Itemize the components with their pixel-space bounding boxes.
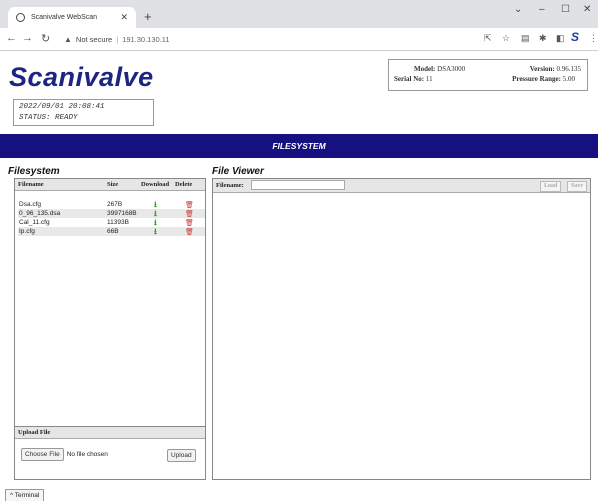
- viewer-toolbar: Filename: Load Save: [213, 179, 590, 193]
- delete-icon[interactable]: 🗑: [185, 210, 194, 218]
- scanivalve-logo: Scanivalve: [9, 62, 154, 92]
- file-row: Ip.cfg 66B ⭳ 🗑: [18, 227, 205, 236]
- model-value: DSA3000: [437, 65, 466, 73]
- file-row: Cal_11.cfg 11393B ⭳ 🗑: [18, 218, 205, 227]
- col-size: Size: [107, 181, 119, 188]
- version-value: 0.96.135: [556, 65, 582, 73]
- status-text: STATUS: READY: [19, 114, 78, 122]
- file-viewer-title: File Viewer: [212, 166, 264, 177]
- load-button[interactable]: Load: [540, 181, 562, 192]
- new-tab-button[interactable]: +: [144, 9, 152, 24]
- back-icon[interactable]: ←: [6, 32, 17, 44]
- extensions-icon[interactable]: ✱: [539, 33, 547, 44]
- file-viewer-panel: Filename: Load Save: [212, 178, 591, 480]
- close-window-button[interactable]: ✕: [583, 4, 591, 15]
- range-info: Pressure Range: 5.00: [512, 75, 575, 83]
- url-text: 191.30.130.11: [122, 34, 170, 44]
- col-filename: Filename: [18, 181, 44, 188]
- status-box: 2022/09/01 20:08:41 STATUS: READY: [13, 99, 154, 126]
- viewer-content-area[interactable]: [213, 193, 590, 479]
- file-row: 0_96_135.dsa 3997168B ⭳ 🗑: [18, 209, 205, 218]
- filesystem-header: Filename Size Download Delete: [15, 179, 205, 191]
- tab-title: Scanivalve WebScan: [31, 14, 98, 21]
- serial-value: 11: [425, 75, 433, 83]
- file-size: 3997168B: [107, 210, 137, 217]
- choose-file-button[interactable]: Choose File: [21, 448, 64, 461]
- range-value: 5.00: [562, 75, 575, 83]
- upload-section: Upload File Choose File No file chosen U…: [15, 426, 205, 479]
- browser-tab-bar: Scanivalve WebScan ✕ + ⌄ – ☐ ✕: [0, 0, 598, 28]
- file-name: Ip.cfg: [19, 228, 35, 235]
- url-separator: |: [116, 34, 119, 44]
- file-row: Dsa.cfg 267B ⭳ 🗑: [18, 200, 205, 209]
- bookmark-star-icon[interactable]: ☆: [502, 33, 510, 44]
- reading-list-icon[interactable]: ▤: [521, 33, 530, 44]
- site-favicon-icon: [16, 13, 25, 22]
- delete-icon[interactable]: 🗑: [185, 201, 194, 209]
- browser-tab[interactable]: Scanivalve WebScan ✕: [8, 7, 136, 28]
- filesystem-title: Filesystem: [8, 166, 60, 177]
- delete-icon[interactable]: 🗑: [185, 219, 194, 227]
- serial-label: Serial No:: [394, 75, 425, 83]
- no-file-text: No file chosen: [66, 451, 108, 458]
- upload-title: Upload File: [15, 427, 205, 439]
- file-size: 267B: [107, 201, 123, 208]
- delete-icon[interactable]: 🗑: [185, 228, 194, 236]
- minimize-button[interactable]: –: [539, 4, 545, 15]
- share-icon[interactable]: ⇱: [484, 33, 492, 44]
- upload-button[interactable]: Upload: [167, 449, 196, 462]
- menu-icon[interactable]: ⋮: [589, 33, 598, 44]
- col-download: Download: [141, 181, 170, 188]
- terminal-tab[interactable]: ^ Terminal: [5, 489, 45, 501]
- version-info: Version: 0.96.135: [530, 65, 581, 73]
- filename-input[interactable]: [251, 180, 345, 190]
- forward-icon[interactable]: →: [22, 32, 33, 44]
- profile-icon[interactable]: S: [571, 30, 579, 44]
- tab-close-icon[interactable]: ✕: [120, 12, 128, 23]
- file-chooser[interactable]: Choose File No file chosen: [21, 448, 108, 461]
- serial-info: Serial No: 11: [394, 75, 433, 83]
- filesystem-panel: Filename Size Download Delete Dsa.cfg 26…: [14, 178, 206, 480]
- file-size: 66B: [107, 228, 119, 235]
- col-delete: Delete: [175, 181, 193, 188]
- security-label: Not secure: [75, 34, 113, 44]
- save-button[interactable]: Save: [567, 181, 587, 192]
- address-bar: ← → ↻ ▲ Not secure | 191.30.130.11 ⇱ ☆ ▤…: [0, 28, 598, 51]
- range-label: Pressure Range:: [512, 75, 561, 83]
- sidepanel-icon[interactable]: ◧: [556, 33, 565, 44]
- url-field[interactable]: ▲ Not secure | 191.30.130.11: [64, 31, 454, 47]
- file-name: Cal_11.cfg: [19, 219, 50, 226]
- tab-search-icon[interactable]: ⌄: [514, 4, 522, 15]
- version-label: Version:: [529, 65, 555, 73]
- warning-icon: ▲: [64, 34, 72, 44]
- file-size: 11393B: [107, 219, 129, 226]
- maximize-button[interactable]: ☐: [561, 4, 570, 15]
- file-name: Dsa.cfg: [19, 201, 42, 208]
- filename-label: Filename:: [216, 182, 244, 189]
- page-banner: FILESYSTEM: [0, 134, 598, 158]
- reload-icon[interactable]: ↻: [41, 32, 50, 45]
- model-info: Model: DSA3000: [414, 65, 465, 73]
- download-icon[interactable]: ⭳: [154, 226, 157, 240]
- datetime-text: 2022/09/01 20:08:41: [19, 103, 105, 111]
- model-label: Model:: [414, 65, 436, 73]
- device-info-box: Model: DSA3000 Version: 0.96.135 Serial …: [388, 59, 588, 91]
- file-name: 0_96_135.dsa: [19, 210, 61, 217]
